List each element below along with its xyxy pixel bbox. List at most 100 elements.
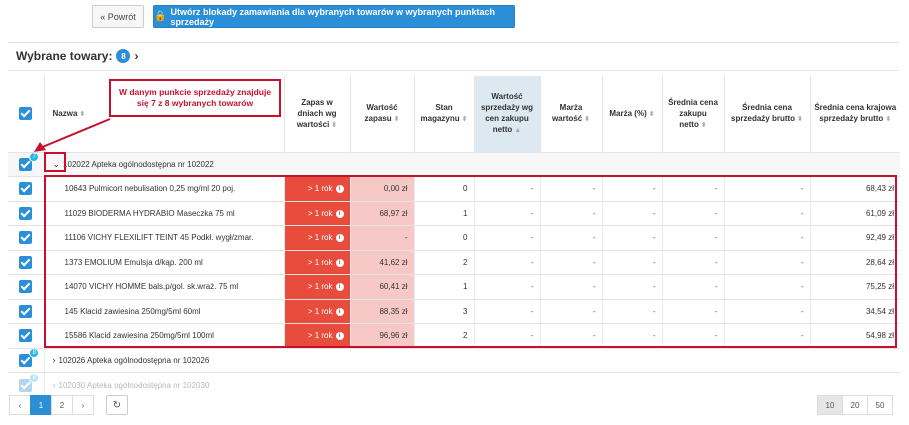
- column-header-sr-zakup[interactable]: Średnia cena zakupu netto ⬍: [661, 76, 724, 152]
- pager-next[interactable]: ›: [72, 395, 94, 415]
- stock-qty: 0: [413, 176, 474, 201]
- row-checkbox-cell[interactable]: [8, 225, 44, 250]
- info-icon[interactable]: i: [335, 234, 344, 243]
- pager-page-1[interactable]: 1: [30, 395, 52, 415]
- column-header-sprzedaz[interactable]: Wartość sprzedaży wg cen zakupu netto ▲: [473, 76, 540, 152]
- avg-purchase-net: -: [661, 323, 724, 348]
- row-checkbox[interactable]: [19, 255, 33, 269]
- sales-value: -: [473, 225, 540, 250]
- callout-arrow-icon: [34, 118, 111, 152]
- avg-purchase-net: -: [661, 176, 724, 201]
- table-row[interactable]: 14070 VICHY HOMME bals.p/gol. sk.wraż. 7…: [8, 274, 900, 299]
- sort-icon: ⬍: [393, 116, 400, 124]
- sales-value: -: [473, 298, 540, 324]
- row-checkbox-cell[interactable]: [8, 323, 44, 348]
- row-checkbox-cell[interactable]: [8, 274, 44, 299]
- avg-national-sale-gross: 68,43 zł: [809, 176, 900, 201]
- sales-value: -: [473, 249, 540, 275]
- product-name: 11106 VICHY FLEXILIFT TEINT 45 Podkł. wy…: [43, 225, 284, 250]
- row-checkbox[interactable]: [19, 206, 33, 220]
- callout-note: W danym punkcie sprzedaży znajduje się 7…: [109, 79, 281, 117]
- info-icon[interactable]: i: [335, 185, 344, 194]
- stock-days-value: > 1 rok i: [283, 176, 350, 201]
- table-row[interactable]: 11029 BIODERMA HYDRABIO Maseczka 75 ml > …: [8, 200, 900, 226]
- stock-qty: 1: [413, 200, 474, 226]
- info-icon[interactable]: i: [335, 209, 344, 218]
- table-row[interactable]: 15586 Klacid zawiesina 250mg/5ml 100ml > …: [8, 323, 900, 348]
- product-name: 10643 Pulmicort nebulisation 0,25 mg/ml …: [43, 176, 284, 201]
- info-icon[interactable]: i: [335, 283, 344, 292]
- avg-purchase-net: -: [661, 298, 724, 324]
- stock-qty: 1: [413, 274, 474, 299]
- group-row[interactable]: 7 ⌄ 102022 Apteka ogólnodostępna nr 10202…: [8, 151, 900, 177]
- row-checkbox-cell[interactable]: [8, 176, 44, 201]
- column-header-wartosc[interactable]: Wartość zapasu ⬍: [349, 76, 414, 152]
- margin-value: -: [539, 298, 602, 324]
- row-checkbox[interactable]: [19, 304, 33, 318]
- table-row[interactable]: 1373 EMOLIUM Emulsja d/kąp. 200 ml > 1 ro…: [8, 249, 900, 275]
- product-name: 11029 BIODERMA HYDRABIO Maseczka 75 ml: [43, 200, 284, 226]
- info-icon[interactable]: i: [335, 307, 344, 316]
- stock-days-value: > 1 rok i: [283, 249, 350, 275]
- row-checkbox-cell[interactable]: [8, 200, 44, 226]
- column-header-sr-sprzedaz[interactable]: Średnia cena sprzedaży brutto ⬍: [723, 76, 810, 152]
- chevron-right-icon[interactable]: ›: [53, 380, 56, 390]
- margin-percent: -: [601, 200, 662, 226]
- column-header-sr-krajowa[interactable]: Średnia cena krajowa sprzedaży brutto ⬍: [809, 76, 900, 152]
- info-icon[interactable]: i: [335, 332, 344, 341]
- row-checkbox[interactable]: [19, 329, 33, 343]
- row-checkbox[interactable]: [19, 182, 33, 196]
- page-size-10[interactable]: 10: [817, 395, 843, 415]
- row-checkbox[interactable]: [19, 280, 33, 294]
- chevron-down-icon[interactable]: ⌄: [53, 159, 61, 170]
- stock-days-value: > 1 rok i: [283, 225, 350, 250]
- column-header-marza[interactable]: Marża wartość ⬍: [539, 76, 602, 152]
- stock-qty: 2: [413, 249, 474, 275]
- pager-page-2[interactable]: 2: [51, 395, 73, 415]
- column-header-zapas[interactable]: Zapas w dniach wg wartości ⬍: [283, 76, 350, 152]
- stock-days-value: > 1 rok i: [283, 200, 350, 226]
- create-order-blocks-button[interactable]: 🔒 Utwórz blokady zamawiania dla wybranyc…: [153, 5, 515, 28]
- sort-asc-icon: ▲: [514, 127, 522, 135]
- row-checkbox-cell[interactable]: [8, 298, 44, 324]
- section-header: Wybrane towary: 8 ›: [16, 49, 138, 63]
- row-checkbox-cell[interactable]: [8, 249, 44, 275]
- avg-sale-gross: -: [723, 200, 810, 226]
- group-row[interactable]: 8 › 102026 Apteka ogólnodostępna nr 10202…: [8, 347, 900, 373]
- margin-value: -: [539, 200, 602, 226]
- row-checkbox[interactable]: [19, 231, 33, 245]
- refresh-button[interactable]: ↻: [106, 395, 128, 415]
- pager-prev[interactable]: ‹: [9, 395, 31, 415]
- group-row[interactable]: 8 › 102030 Apteka ogólnodostępna nr 10203…: [8, 372, 900, 397]
- avg-purchase-net: -: [661, 249, 724, 275]
- table-row[interactable]: 10643 Pulmicort nebulisation 0,25 mg/ml …: [8, 176, 900, 201]
- group-name: 102030 Apteka ogólnodostępna nr 102030: [58, 381, 210, 390]
- page-size-20[interactable]: 20: [842, 395, 868, 415]
- stock-days-value: > 1 rok i: [283, 323, 350, 348]
- column-header-marza-pct[interactable]: Marża (%) ⬍: [601, 76, 662, 152]
- lock-icon: 🔒: [154, 11, 167, 22]
- stock-days-value: > 1 rok i: [283, 274, 350, 299]
- sort-icon: ⬍: [885, 116, 892, 124]
- sort-icon: ⬍: [584, 116, 591, 124]
- stock-qty: 3: [413, 298, 474, 324]
- avg-sale-gross: -: [723, 323, 810, 348]
- page-size-50[interactable]: 50: [867, 395, 893, 415]
- stock-value: 60,41 zł: [349, 274, 414, 299]
- sort-icon: ⬍: [700, 121, 707, 129]
- table-row[interactable]: 145 Klacid zawiesina 250mg/5ml 60ml > 1 r…: [8, 298, 900, 324]
- column-header-stan[interactable]: Stan magazynu ⬍: [413, 76, 474, 152]
- selected-count-badge: 8: [116, 49, 131, 63]
- table-row[interactable]: 11106 VICHY FLEXILIFT TEINT 45 Podkł. wy…: [8, 225, 900, 250]
- stock-days-value: > 1 rok i: [283, 298, 350, 324]
- back-button[interactable]: « Powrót: [92, 5, 144, 28]
- chevron-right-icon[interactable]: ›: [53, 355, 56, 365]
- pagination: ‹ 1 2 ›: [9, 395, 94, 415]
- info-icon[interactable]: i: [335, 258, 344, 267]
- select-all-checkbox[interactable]: [19, 107, 33, 121]
- sort-icon: ⬍: [461, 116, 468, 124]
- chevron-right-icon[interactable]: ›: [134, 49, 138, 63]
- margin-percent: -: [601, 225, 662, 250]
- sort-icon: ⬍: [331, 121, 338, 129]
- products-table: Nazwa ⬍ Zapas w dniach wg wartości ⬍ Warto…: [8, 76, 900, 397]
